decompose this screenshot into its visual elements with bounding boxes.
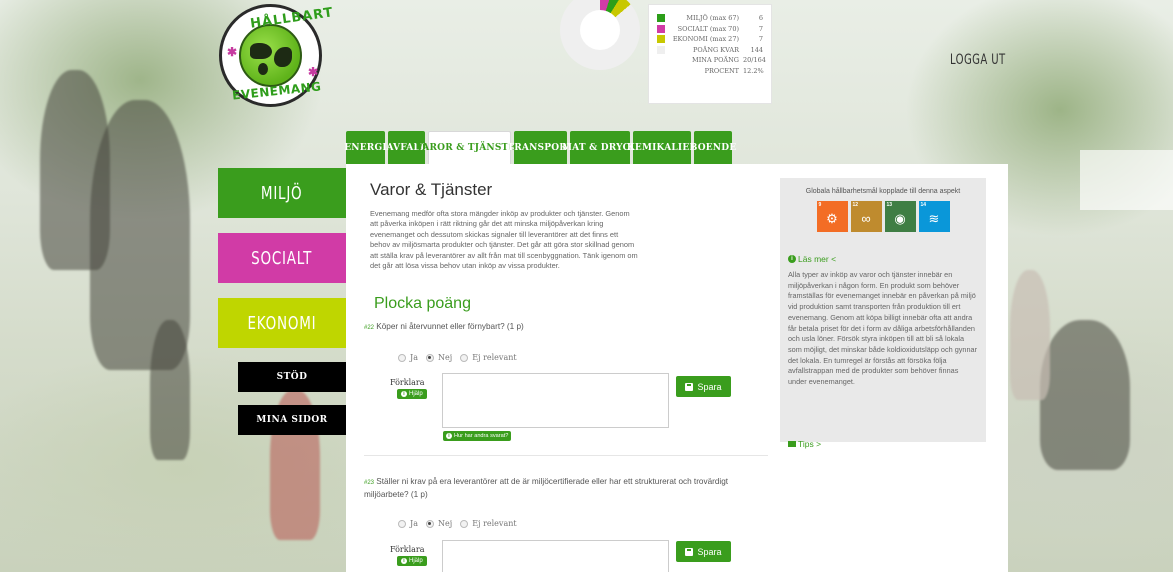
goals-title: Globala hållbarhetsmål kopplade till den… [805,188,961,195]
help-button[interactable]: i Hjälp [397,389,427,399]
save-button[interactable]: Spara [676,541,731,562]
stats-row-mina-poang: MINA POÄNG 20/164 [692,56,766,65]
option-nej[interactable]: Nej [425,519,452,528]
stats-row-socialt: SOCIALT (max 70) 7 [657,24,763,35]
forklara-label: Förklara [390,545,425,554]
option-ej-relevant[interactable]: Ej relevant [460,519,517,528]
divider [364,455,768,456]
save-button[interactable]: Spara [676,376,731,397]
info-icon: i [446,433,452,439]
stats-row-procent: PROCENT 12.2% [704,66,764,75]
logout-link[interactable]: LOGGA UT [950,52,1006,68]
answer-options: Ja Nej Ej relevant [398,519,525,528]
nav-miljo-button[interactable]: MILJÖ [218,168,346,218]
goal-9-factory-icon[interactable]: 9 ⚙ [816,201,848,232]
stats-row-poang-kvar: POÄNG KVAR 144 [657,45,763,56]
tab-boende[interactable]: BOENDE [690,131,736,164]
nav-mina-sidor-button[interactable]: MINA SIDOR [238,405,346,435]
nav-socialt-button[interactable]: SOCIALT [218,233,346,283]
side-body-text: Alla typer av inköp av varor och tjänste… [788,270,978,387]
tab-varor-tjanster[interactable]: VAROR & TJÄNSTER [416,131,523,164]
tab-transport[interactable]: TRANSPORT [507,131,573,164]
read-more-link[interactable]: i Läs mer < [788,254,978,264]
save-disk-icon [685,547,694,556]
global-goals-panel: Globala hållbarhetsmål kopplade till den… [780,178,986,449]
info-icon: i [401,391,407,397]
goal-13-climate-icon[interactable]: 13 ◉ [884,201,916,232]
option-nej[interactable]: Nej [425,353,452,362]
goal-14-fish-icon[interactable]: 14 ≋ [918,201,950,232]
main-content-panel: Varor & Tjänster Evenemang medför ofta s… [346,164,1008,572]
help-button[interactable]: i Hjälp [397,556,427,566]
radio-nej[interactable] [425,353,434,362]
legend-swatch [657,35,665,44]
how-others-answered-button[interactable]: i Hur har andra svarat? [443,431,512,441]
option-ja[interactable]: Ja [398,519,418,528]
radio-ej-relevant[interactable] [460,519,469,528]
tab-energi[interactable]: ENERGI [344,131,387,164]
legend-swatch [657,24,665,33]
answer-options: Ja Nej Ej relevant [398,353,525,362]
tab-mat-dryck[interactable]: MAT & DRYCK [562,131,638,164]
score-donut-chart [560,0,640,90]
radio-nej[interactable] [425,519,434,528]
option-ej-relevant[interactable]: Ej relevant [460,353,517,362]
legend-swatch [657,14,665,23]
radio-ej-relevant[interactable] [460,353,469,362]
forklara-label: Förklara [390,378,425,387]
question-text: #23 Ställer ni krav på era leverantörer … [364,477,729,499]
score-stats-box: MILJÖ (max 67) 6 SOCIALT (max 70) 7 EKON… [648,4,772,104]
explanation-textarea[interactable] [442,540,669,572]
question-text: #22 Köper ni återvunnet eller förnybart?… [364,322,524,331]
nav-stod-button[interactable]: STÖD [238,362,346,392]
info-icon: i [788,255,796,263]
stats-row-miljo: MILJÖ (max 67) 6 [657,13,763,24]
tips-link[interactable]: Tips > [788,439,821,449]
legend-swatch [657,45,665,54]
option-ja[interactable]: Ja [398,353,418,362]
save-disk-icon [685,382,694,391]
comment-icon [788,441,796,447]
category-tabs: ENERGI AVFALL VAROR & TJÄNSTER TRANSPORT… [344,131,736,164]
section-title: Plocka poäng [374,295,471,312]
radio-ja[interactable] [398,519,406,528]
info-icon: i [401,558,407,564]
hallbart-evenemang-logo[interactable]: HÅLLBART EVENEMANG ✱ ✱ [219,4,334,107]
stats-row-ekonomi: EKONOMI (max 27) 7 [657,34,763,45]
tab-kemikalier[interactable]: KEMIKALIER [627,131,697,164]
star-icon: ✱ [227,45,238,59]
goals-icons: 9 ⚙ 12 ∞ 13 ◉ 14 ≋ [788,201,978,232]
radio-ja[interactable] [398,353,406,362]
nav-ekonomi-button[interactable]: EKONOMI [218,298,346,348]
explanation-textarea[interactable] [442,373,669,428]
star-icon: ✱ [308,65,319,79]
goal-12-infinity-icon[interactable]: 12 ∞ [850,201,882,232]
page-title: Varor & Tjänster [370,180,493,199]
intro-text: Evenemang medför ofta stora mängder inkö… [370,209,638,271]
